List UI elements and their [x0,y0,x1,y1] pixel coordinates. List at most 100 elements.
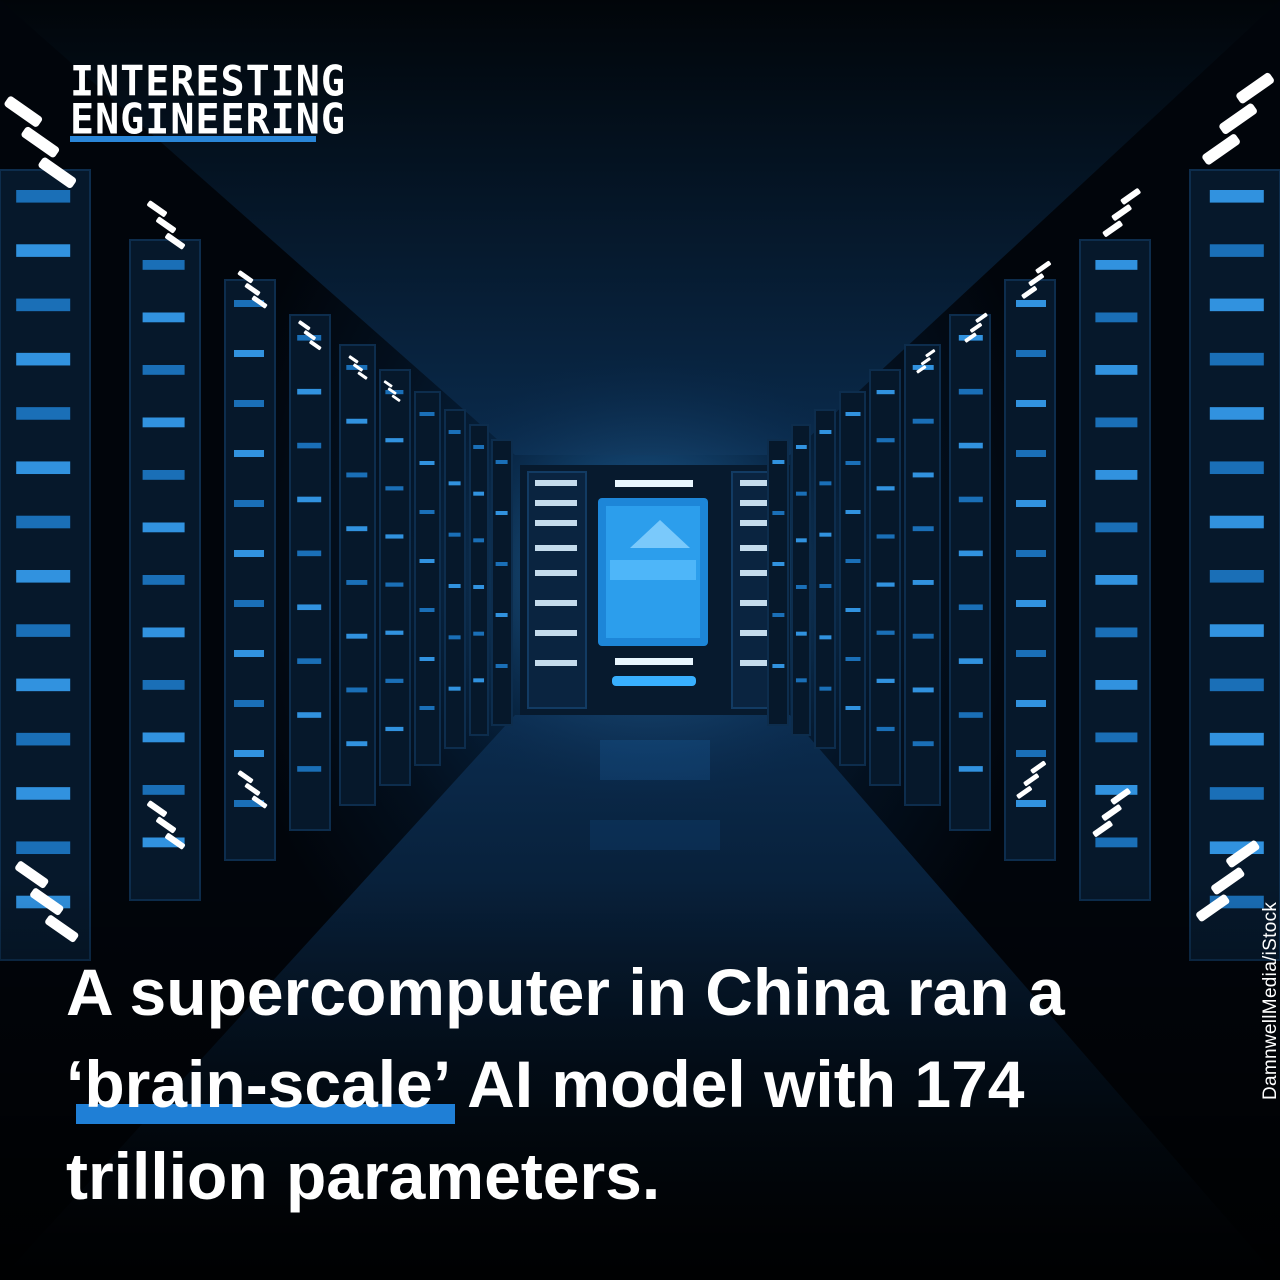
headline-part-2: AI model with 174 [467,1047,1025,1121]
logo-line-2: ENGINEERING [70,95,346,145]
rack-light [16,190,71,203]
rack-light [1209,190,1264,203]
rack-light [958,496,983,503]
rack-light [16,352,71,366]
rack-light [795,538,807,543]
rack-column [129,239,201,901]
rack-light [795,491,807,496]
highlight-text: ‘brain-scale’ [66,1047,452,1121]
rack-light [473,538,485,543]
rack-light [385,630,404,635]
rack-light [845,608,861,612]
rack-light [297,604,322,611]
rack-column [869,369,901,786]
rack-light [385,678,404,683]
far-slot-light [535,500,577,506]
rack-light [419,412,435,416]
rack-light [876,390,895,395]
rack-light [958,604,983,611]
rack-light [958,442,983,449]
rack-light [16,570,71,583]
rack-light [1016,400,1046,407]
rack-light [1016,650,1046,657]
rack-light [142,522,185,533]
rack-light [448,430,461,434]
rack-light [772,511,785,515]
rack-column [1004,279,1056,861]
rack-light [346,526,368,532]
rack-light [912,580,934,585]
rack-light [958,550,983,557]
rack-light [448,584,461,588]
rack-light [142,365,185,375]
rack-light [1209,678,1264,692]
headline: A supercomputer in China ran a ‘brain-sc… [66,946,1186,1222]
rack-light [845,657,861,661]
rack-column [814,409,836,749]
poster: INTERESTING ENGINEERING DamnwellMedia/iS… [0,0,1280,1280]
bracket-dash [156,216,176,234]
rack-light [419,510,435,514]
rack-light [346,687,368,693]
rack-light [1016,600,1046,607]
rack-light [819,532,832,537]
rack-light [234,400,264,407]
logo-underline [70,136,316,142]
rack-light [845,461,861,465]
bracket-dash [1120,188,1141,205]
far-slot-light [535,545,577,551]
rack-light [142,732,185,743]
rack-light [1016,300,1046,307]
headline-part-3: trillion parameters. [66,1139,661,1213]
rack-light [1016,750,1046,757]
rack-light [448,532,461,537]
rack-light [297,766,322,772]
rack-light [297,658,322,664]
rack-light [473,491,485,496]
rack-light [16,624,71,637]
rack-light [385,582,404,587]
rack-light [819,584,832,588]
rack-light [16,407,71,420]
rack-light [1209,352,1264,366]
rack-light [1095,627,1138,638]
floor-reflection [600,740,710,780]
rack-light [473,445,485,449]
rack-light [1016,350,1046,357]
rack-light [912,741,934,747]
rack-light [1016,500,1046,507]
rack-column [491,439,513,726]
rack-light [876,534,895,539]
rack-light [1209,787,1264,800]
rack-light [142,627,185,638]
rack-light [795,445,807,449]
rack-light [142,785,185,795]
rack-light [876,582,895,587]
rack-light [772,664,785,668]
rack-light [16,461,71,475]
rack-light [1095,732,1138,743]
rack-light [958,766,983,772]
rack-column [289,314,331,831]
photo-credit: DamnwellMedia/iStock [1260,901,1280,1100]
bracket-dash [4,96,43,127]
rack-column [839,391,866,766]
rack-light [958,658,983,664]
bracket-dash [1202,134,1240,165]
rack-light [16,298,71,312]
rack-light [234,700,264,707]
rack-column [767,439,789,726]
rack-light [234,750,264,757]
rack-light [419,559,435,563]
rack-light [1095,522,1138,533]
rack-light [495,613,508,617]
rack-light [473,631,485,636]
rack-light [234,600,264,607]
rack-light [819,481,832,486]
rack-light [1209,570,1264,583]
rack-light [958,388,983,395]
rack-light [912,418,934,424]
rack-light [772,562,785,566]
rack-light [845,412,861,416]
rack-light [1095,365,1138,375]
